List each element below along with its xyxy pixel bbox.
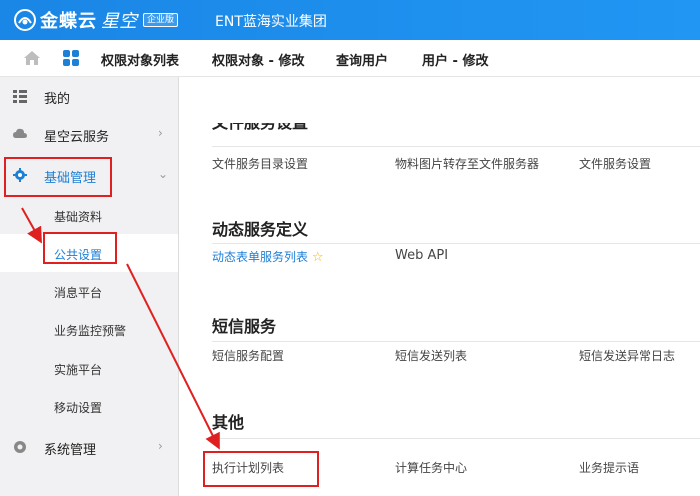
divider [212,341,700,342]
sidebar-item-mine[interactable]: 我的 [0,77,178,115]
divider [212,243,700,244]
link-file-service-directory[interactable]: 文件服务目录设置 [212,155,308,172]
sidebar-subitem-label: 业务监控预警 [54,324,127,338]
link-sms-service-config[interactable]: 短信服务配置 [212,347,284,364]
tab-permission-object-edit[interactable]: 权限对象 - 修改 [212,50,304,69]
sidebar: 我的 星空云服务 › 基础管理 ⌄ 基础资料 公共设置 消息平台 业务监控预警 … [0,77,179,496]
sidebar-item-label: 星空云服务 [44,130,110,145]
divider [212,146,700,147]
sidebar-item-label: 我的 [44,92,71,107]
chevron-right-icon: › [158,126,163,140]
sidebar-subitem-label: 消息平台 [54,286,103,300]
section-title-file-service: 文件服务设置 [212,123,308,134]
settings-cog-icon [13,439,27,453]
sidebar-subitem-label: 基础资料 [54,210,103,224]
star-icon[interactable]: ☆ [312,250,324,265]
annotation-box-basic-management [4,157,112,197]
section-title-text: 文件服务设置 [212,123,308,132]
link-material-image-transfer[interactable]: 物料图片转存至文件服务器 [395,155,539,172]
sidebar-item-system-management[interactable]: 系统管理 › [0,428,178,466]
chevron-down-icon: ⌄ [158,167,169,181]
sidebar-subitem-basic-data[interactable]: 基础资料 [0,196,178,234]
kingdee-logo-icon [14,9,36,31]
tab-user-edit[interactable]: 用户 - 修改 [422,50,488,69]
sidebar-item-cloud-service[interactable]: 星空云服务 › [0,115,178,153]
brand-sub: 星空 [101,11,137,32]
link-calculation-task-center[interactable]: 计算任务中心 [395,459,467,476]
link-business-tips[interactable]: 业务提示语 [579,459,639,476]
home-icon[interactable] [22,48,42,68]
link-sms-send-list[interactable]: 短信发送列表 [395,347,467,364]
sidebar-subitem-implementation-platform[interactable]: 实施平台 [0,349,178,387]
top-bar: 金蝶云 星空 企业版 ENT蓝海实业集团 [0,0,700,40]
apps-grid-icon[interactable] [62,49,80,67]
chevron-right-icon: › [158,439,163,453]
section-title-sms-service: 短信服务 [212,317,277,336]
link-web-api[interactable]: Web API [395,248,448,263]
sidebar-subitem-message-platform[interactable]: 消息平台 [0,272,178,310]
tab-permission-object-list[interactable]: 权限对象列表 [101,50,179,69]
annotation-box-public-settings [43,232,117,264]
annotation-box-execution-plan-list [203,451,319,487]
list-icon [13,88,27,103]
link-file-service-settings[interactable]: 文件服务设置 [579,155,651,172]
brand-logo[interactable]: 金蝶云 星空 企业版 [14,7,179,33]
link-text: 动态表单服务列表 [212,250,309,264]
section-title-dynamic-service: 动态服务定义 [212,220,309,239]
link-dynamic-form-service-list[interactable]: 动态表单服务列表 ☆ [212,248,324,265]
section-title-others: 其他 [212,413,245,432]
org-name[interactable]: ENT蓝海实业集团 [215,11,327,31]
link-sms-send-error-log[interactable]: 短信发送异常日志 [579,347,675,364]
sidebar-item-label: 系统管理 [44,443,97,458]
brand-badge: 企业版 [143,13,179,27]
cloud-icon [13,126,27,140]
tab-bar: 权限对象列表 权限对象 - 修改 查询用户 用户 - 修改 [0,40,700,77]
tab-query-user[interactable]: 查询用户 [336,50,388,69]
sidebar-subitem-label: 移动设置 [54,401,103,415]
brand-main: 金蝶云 [40,11,97,32]
sidebar-subitem-mobile-settings[interactable]: 移动设置 [0,387,178,425]
main-content: 文件服务设置 文件服务目录设置 物料图片转存至文件服务器 文件服务设置 动态服务… [179,77,700,496]
divider [212,438,700,439]
sidebar-subitem-label: 实施平台 [54,363,103,377]
sidebar-subitem-business-monitoring[interactable]: 业务监控预警 [0,310,178,348]
